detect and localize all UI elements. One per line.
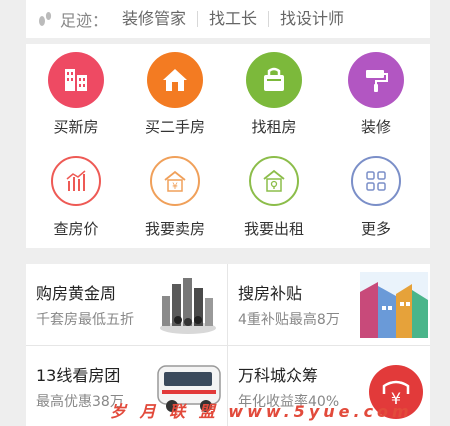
promo-subtitle: 4重补贴最高8万: [238, 312, 340, 328]
service-find-rental[interactable]: 找租房: [224, 52, 324, 137]
bag-icon: [246, 52, 302, 108]
service-label: 找租房: [251, 118, 297, 136]
service-buy-new-house[interactable]: 买新房: [26, 52, 126, 137]
service-rent-out[interactable]: 我要出租: [224, 156, 324, 239]
service-label: 买二手房: [144, 118, 205, 136]
more-grid-icon: [351, 156, 401, 206]
rent-house-icon: [249, 156, 299, 206]
promo-golden-week[interactable]: 购房黄金周 千套房最低五折: [26, 264, 227, 344]
footprint-link-find-foreman[interactable]: 找工长: [197, 11, 268, 27]
colorful-buildings-image: [360, 272, 428, 338]
paint-roller-icon: [348, 52, 404, 108]
footprint-link-find-designer[interactable]: 找设计师: [268, 11, 355, 27]
watermark-text: 岁 月 联 盟 www.5yue.com: [110, 402, 413, 421]
service-label: 我要出租: [243, 220, 304, 238]
building-icon: [48, 52, 104, 108]
service-label: 装修: [360, 118, 391, 136]
footprint-bar: 足迹： 装修管家 找工长 找设计师: [26, 0, 430, 38]
promo-subsidy[interactable]: 搜房补贴 4重补贴最高8万: [228, 264, 429, 344]
footprint-icon: [39, 12, 52, 26]
promo-title: 13线看房团: [36, 366, 121, 385]
footprint-link-decoration-manager[interactable]: 装修管家: [122, 11, 197, 27]
service-label: 我要卖房: [144, 220, 205, 238]
service-more[interactable]: 更多: [326, 156, 426, 239]
service-buy-second-hand[interactable]: 买二手房: [125, 52, 225, 137]
city-buildings-image: [160, 278, 216, 334]
sell-house-icon: ¥: [150, 156, 200, 206]
footprint-label: 足迹：: [60, 11, 109, 30]
service-grid: 买新房 买二手房 找租房 装修 查房价 ¥ 我要卖房 我要出租 更多: [26, 44, 430, 248]
house-icon: [147, 52, 203, 108]
svg-text:¥: ¥: [172, 182, 178, 192]
promo-title: 搜房补贴: [238, 284, 303, 303]
service-label: 更多: [360, 220, 391, 238]
service-check-price[interactable]: 查房价: [26, 156, 126, 239]
promo-subtitle: 千套房最低五折: [36, 312, 134, 328]
service-sell-house[interactable]: ¥ 我要卖房: [125, 156, 225, 239]
service-decoration[interactable]: 装修: [326, 52, 426, 137]
price-chart-icon: [51, 156, 101, 206]
promo-title: 购房黄金周: [36, 284, 117, 303]
service-label: 查房价: [53, 220, 99, 238]
service-label: 买新房: [53, 118, 99, 136]
promo-title: 万科城众筹: [238, 366, 319, 385]
